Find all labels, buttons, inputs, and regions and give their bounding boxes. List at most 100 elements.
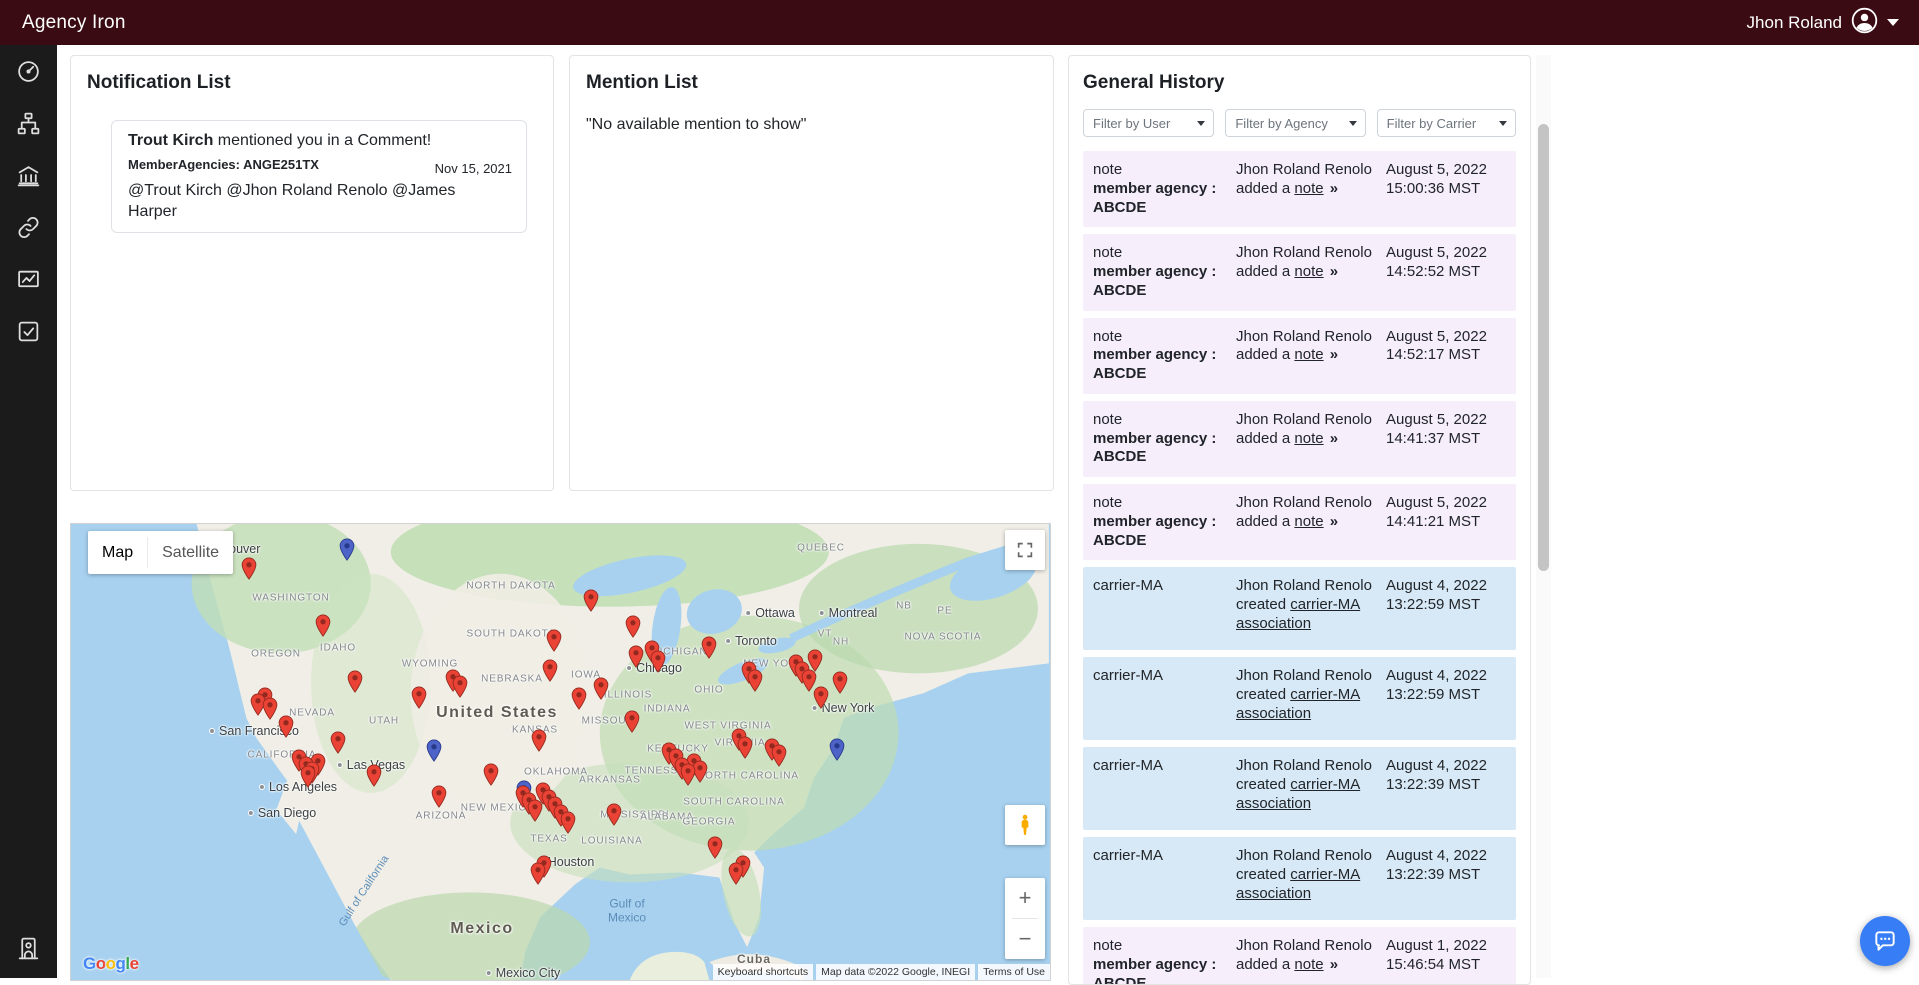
map-marker-red[interactable]	[772, 744, 787, 767]
map-marker-red[interactable]	[301, 765, 316, 788]
map-marker-red[interactable]	[279, 715, 294, 738]
sidebar-item-tasks[interactable]	[0, 305, 57, 357]
entry-user: Jhon Roland Renolo	[1236, 937, 1372, 954]
checklist-icon	[16, 319, 41, 344]
map-marker-red[interactable]	[561, 811, 576, 834]
history-entry[interactable]: carrier-MA Jhon Roland Renolo created ca…	[1083, 567, 1516, 650]
entry-time: 15:00:36 MST	[1386, 180, 1506, 199]
map-marker-red[interactable]	[626, 615, 641, 638]
map-marker-red[interactable]	[348, 670, 363, 693]
bank-icon	[16, 163, 41, 188]
map-marker-red[interactable]	[367, 764, 382, 787]
notification-author: Trout Kirch	[128, 132, 213, 149]
map-marker-blue[interactable]	[830, 738, 845, 761]
history-entry[interactable]: carrier-MA Jhon Roland Renolo created ca…	[1083, 747, 1516, 830]
entry-agency-label: member agency :	[1093, 956, 1236, 975]
entry-action-link[interactable]: note	[1294, 430, 1323, 447]
map-marker-red[interactable]	[484, 763, 499, 786]
history-scrollbar-thumb[interactable]	[1538, 124, 1549, 571]
map-marker-red[interactable]	[572, 687, 587, 710]
map-marker-red[interactable]	[547, 629, 562, 652]
map-button[interactable]: Map	[88, 531, 147, 574]
map-marker-red[interactable]	[833, 671, 848, 694]
history-scrollbar-track[interactable]	[1536, 55, 1551, 978]
sidebar-item-associations[interactable]	[0, 201, 57, 253]
notification-item[interactable]: Trout Kirch mentioned you in a Comment! …	[111, 120, 527, 233]
map-marker-red[interactable]	[594, 677, 609, 700]
map-marker-red[interactable]	[629, 645, 644, 668]
map-marker-red[interactable]	[528, 799, 543, 822]
map-marker-red[interactable]	[708, 836, 723, 859]
history-entry[interactable]: note member agency : ABCDE Jhon Roland R…	[1083, 484, 1516, 560]
map-marker-red[interactable]	[532, 729, 547, 752]
filter-carrier-select[interactable]: Filter by Carrier	[1377, 109, 1516, 137]
entry-user: Jhon Roland Renolo	[1236, 494, 1372, 511]
entry-action: created	[1236, 596, 1290, 613]
filter-user-select[interactable]: Filter by User	[1083, 109, 1214, 137]
zoom-out-button[interactable]: −	[1005, 919, 1045, 959]
sidebar-item-dashboard[interactable]	[0, 45, 57, 97]
history-entry[interactable]: note member agency : ABCDE Jhon Roland R…	[1083, 234, 1516, 310]
entry-action-link[interactable]: note	[1294, 513, 1323, 530]
history-entry[interactable]: note member agency : ABCDE Jhon Roland R…	[1083, 151, 1516, 227]
sidebar-item-structure[interactable]	[0, 97, 57, 149]
map-marker-red[interactable]	[531, 862, 546, 885]
map-marker-red[interactable]	[584, 589, 599, 612]
map-canvas[interactable]: Map Satellite + − Google Keyboard shortc…	[70, 523, 1051, 981]
sidebar-item-reports[interactable]	[0, 253, 57, 305]
dashboard-gauge-icon	[16, 59, 41, 84]
map-marker-red[interactable]	[263, 697, 278, 720]
map-marker-red[interactable]	[651, 650, 666, 673]
map-marker-red[interactable]	[543, 659, 558, 682]
history-entry[interactable]: note member agency : ABCDE Jhon Roland R…	[1083, 401, 1516, 477]
fullscreen-button[interactable]	[1005, 530, 1045, 570]
map-marker-red[interactable]	[738, 736, 753, 759]
top-bar: Agency Iron Jhon Roland	[0, 0, 1919, 45]
entry-time: 15:46:54 MST	[1386, 956, 1506, 975]
map-marker-red[interactable]	[625, 710, 640, 733]
history-entry[interactable]: note member agency : ABCDE Jhon Roland R…	[1083, 927, 1516, 985]
entry-action-link[interactable]: note	[1294, 346, 1323, 363]
entry-agency-code: ABCDE	[1093, 365, 1236, 384]
map-marker-red[interactable]	[242, 557, 257, 580]
map-marker-red[interactable]	[729, 862, 744, 885]
general-history-title: General History	[1083, 72, 1516, 94]
map-terrain	[71, 524, 1050, 980]
entry-time: 14:52:17 MST	[1386, 346, 1506, 365]
history-entry[interactable]: carrier-MA Jhon Roland Renolo created ca…	[1083, 837, 1516, 920]
zoom-in-button[interactable]: +	[1005, 878, 1045, 918]
map-marker-red[interactable]	[607, 803, 622, 826]
google-logo[interactable]: Google	[83, 954, 139, 974]
chat-fab-button[interactable]	[1860, 916, 1910, 966]
map-marker-red[interactable]	[453, 675, 468, 698]
notification-date: Nov 15, 2021	[435, 161, 512, 176]
map-marker-blue[interactable]	[427, 739, 442, 762]
user-menu[interactable]: Jhon Roland	[1747, 7, 1899, 39]
entry-time: 13:22:39 MST	[1386, 776, 1506, 795]
history-entry[interactable]: note member agency : ABCDE Jhon Roland R…	[1083, 318, 1516, 394]
map-marker-red[interactable]	[681, 763, 696, 786]
map-marker-red[interactable]	[316, 614, 331, 637]
map-marker-red[interactable]	[432, 785, 447, 808]
map-marker-blue[interactable]	[340, 538, 355, 561]
map-marker-red[interactable]	[702, 636, 717, 659]
entry-date: August 5, 2022	[1386, 494, 1506, 513]
satellite-button[interactable]: Satellite	[148, 531, 233, 574]
entry-action-link[interactable]: note	[1294, 180, 1323, 197]
entry-action: created	[1236, 866, 1290, 883]
entry-action-link[interactable]: note	[1294, 956, 1323, 973]
entry-action-link[interactable]: note	[1294, 263, 1323, 280]
entry-action: created	[1236, 686, 1290, 703]
street-view-pegman-button[interactable]	[1005, 805, 1045, 845]
entry-agency-code: ABCDE	[1093, 199, 1236, 218]
notification-body: @Trout Kirch @Jhon Roland Renolo @James …	[128, 180, 468, 222]
filter-agency-select[interactable]: Filter by Agency	[1225, 109, 1365, 137]
sidebar-item-agencies[interactable]	[0, 149, 57, 201]
map-marker-red[interactable]	[331, 731, 346, 754]
sidebar-item-kiosk[interactable]	[0, 922, 57, 974]
map-marker-red[interactable]	[814, 686, 829, 709]
map-marker-red[interactable]	[748, 669, 763, 692]
history-entry[interactable]: carrier-MA Jhon Roland Renolo created ca…	[1083, 657, 1516, 740]
door-person-icon	[16, 936, 41, 961]
map-marker-red[interactable]	[412, 686, 427, 709]
